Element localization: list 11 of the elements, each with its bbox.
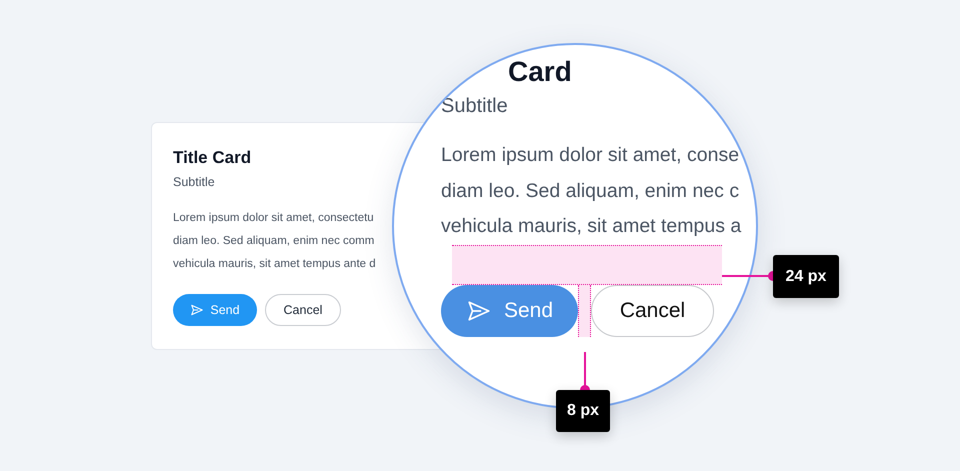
card-subtitle: Subtitle bbox=[441, 94, 509, 119]
card-subtitle: Subtitle bbox=[173, 174, 216, 191]
card-title: Title Card bbox=[173, 147, 252, 169]
cancel-button[interactable]: Cancel bbox=[591, 284, 714, 336]
body-text: Lorem ipsum dolor sit amet, conse diam leo. Sed aliquam, enim nec c vehicula mauris, sit amet tempus a bbox=[441, 143, 742, 239]
body-text: Lorem ipsum dolor sit amet, consectetu diam leo. Sed aliquam, enim nec comm vehicula mauris, sit amet tempus ante d bbox=[173, 211, 377, 272]
dimension-label: 24 px bbox=[773, 255, 839, 298]
dimension-label: 8 px bbox=[556, 390, 610, 432]
card-title: Card bbox=[507, 55, 573, 89]
cancel-button[interactable]: Cancel bbox=[265, 294, 341, 326]
send-icon bbox=[190, 303, 204, 317]
